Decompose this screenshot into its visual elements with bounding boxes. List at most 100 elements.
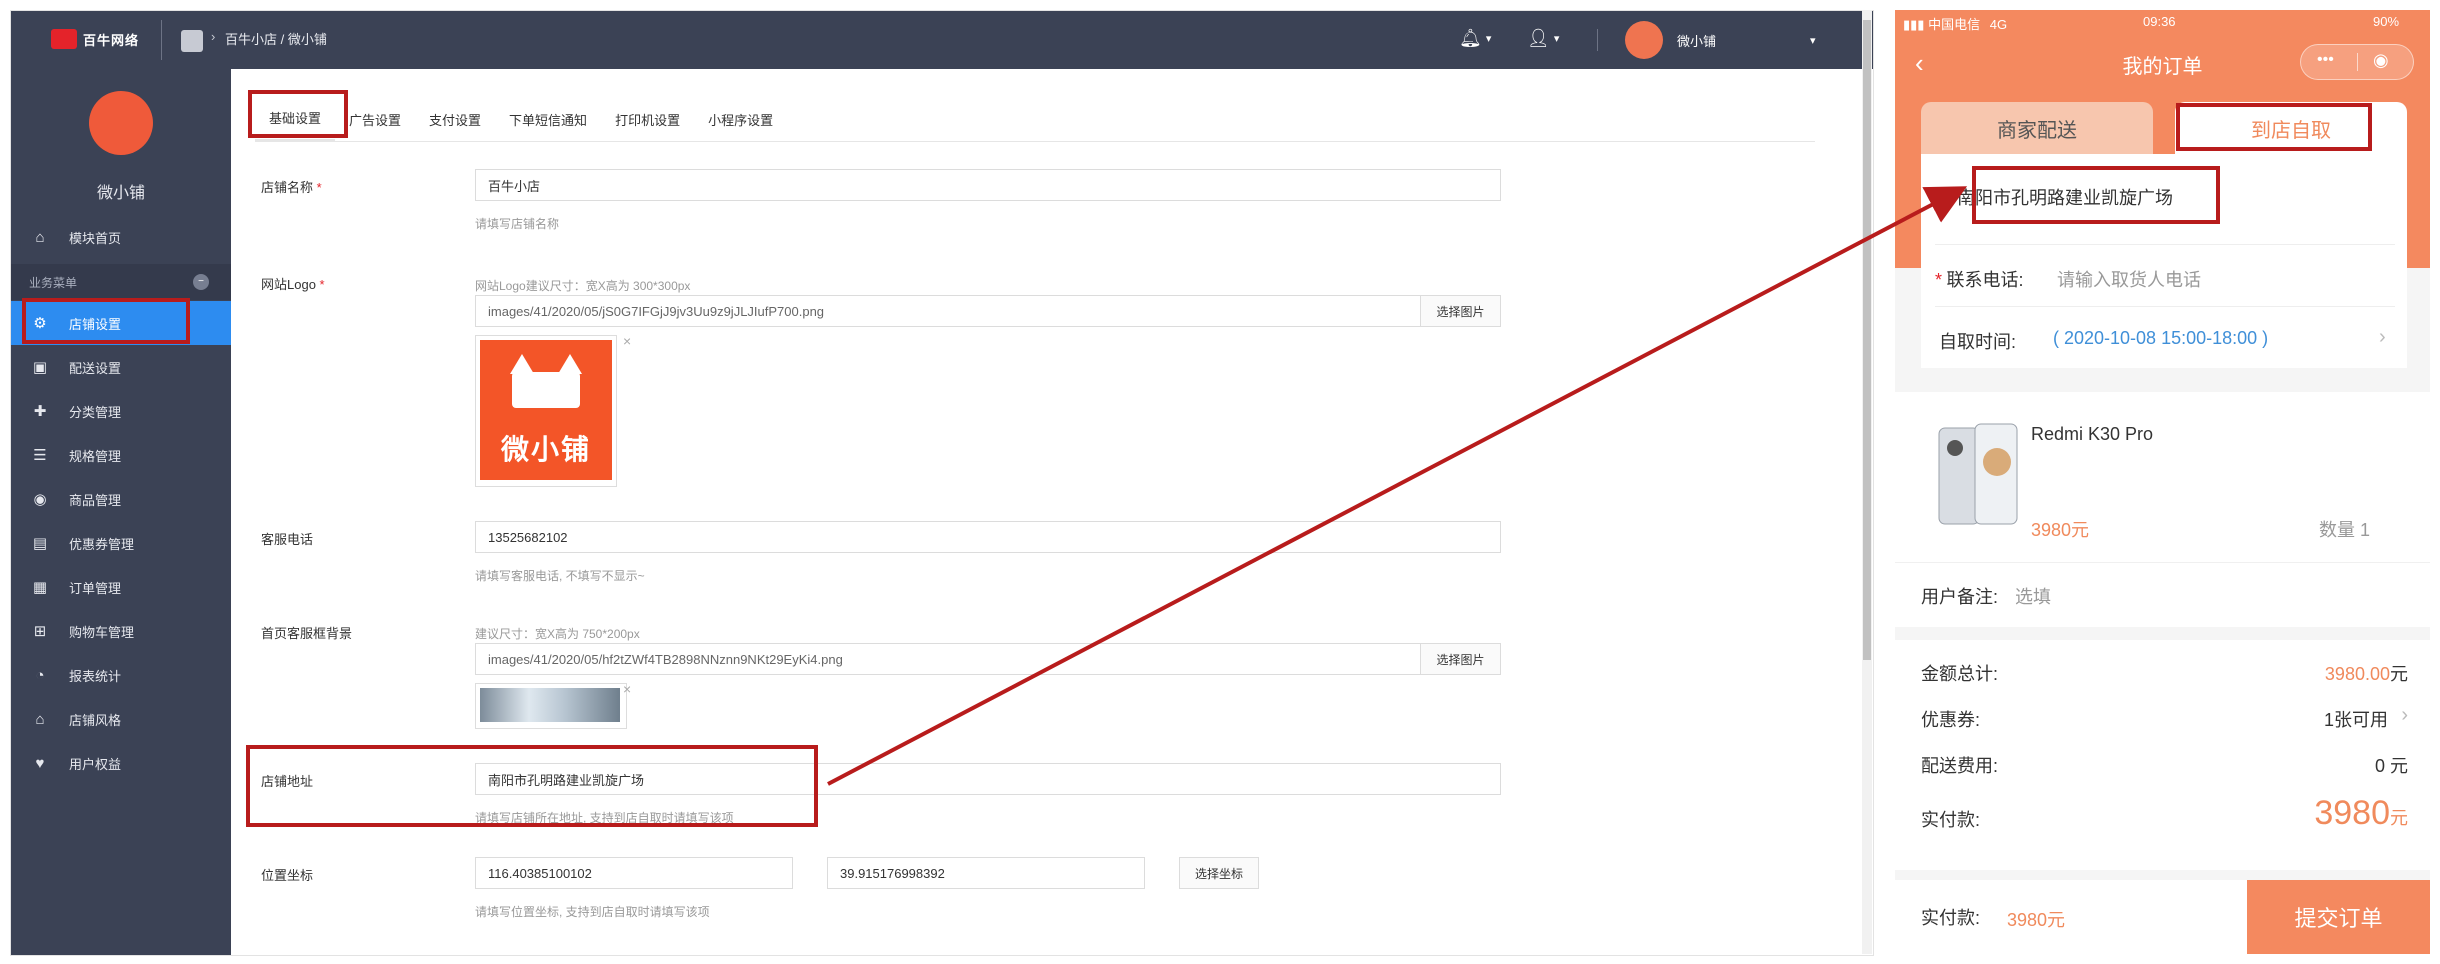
status-bar: ▮▮▮ 中国电信 4G 09:36 90%: [1903, 14, 2422, 34]
sidebar-item-label: 商品管理: [69, 492, 122, 508]
sidebar-item-label: 购物车管理: [69, 624, 135, 640]
cat-ear-left: [510, 354, 534, 374]
pay-value: 3980: [2314, 794, 2390, 832]
contact-phone-row: * 联系电话:: [1935, 266, 2023, 292]
shop-name-label: 店铺名称 *: [261, 177, 322, 196]
brand-logo-mark: [51, 29, 77, 49]
highlight-shop-settings: [22, 298, 190, 344]
tab-sms-settings[interactable]: 下单短信通知: [495, 110, 601, 141]
chart-icon: ◔: [35, 666, 45, 684]
capsule-divider: [2357, 53, 2358, 71]
user-icon: 👤︎: [1527, 28, 1550, 48]
sidebar-item-goods[interactable]: ◉ 商品管理: [11, 477, 231, 521]
chevron-right-icon[interactable]: ›: [2401, 704, 2408, 727]
remove-logo-icon[interactable]: ×: [623, 333, 631, 349]
admin-topbar: 百牛网络 › 百牛小店 / 微小铺 🔔︎ ▾ 👤︎ ▾ 微小铺 ▾: [11, 11, 1873, 69]
footer-pay-label: 实付款:: [1921, 908, 1981, 928]
remark-label: 用户备注:: [1921, 587, 1999, 607]
shop-name: 微小铺: [96, 185, 145, 202]
sidebar-item-benefits[interactable]: ♥ 用户权益: [11, 741, 231, 785]
service-bg-preview: [475, 683, 627, 729]
notification-button[interactable]: 🔔︎ ▾: [1459, 28, 1491, 49]
tab-merchant-delivery[interactable]: 商家配送: [1921, 102, 2153, 154]
pay-label: 实付款:: [1921, 810, 1981, 830]
choose-location-button[interactable]: 选择坐标: [1179, 857, 1259, 889]
pickup-time-label: 自取时间:: [1939, 332, 2017, 352]
choose-bg-button[interactable]: 选择图片: [1420, 643, 1501, 675]
sidebar-item-label: 报表统计: [69, 668, 122, 684]
service-bg-label: 首页客服框背景: [261, 626, 353, 641]
checkout-bar: 实付款: 3980元 提交订单: [1895, 880, 2430, 954]
cat-ear-right: [558, 354, 582, 374]
submit-order-button[interactable]: 提交订单: [2247, 880, 2430, 954]
row-divider: [1935, 244, 2395, 245]
status-time: 09:36: [2143, 14, 2176, 29]
mini-program-capsule: ••• ◉: [2300, 44, 2414, 80]
chevron-right-icon: ›: [211, 29, 216, 44]
product-image: [1938, 423, 2018, 525]
service-phone-label: 客服电话: [261, 532, 314, 547]
menu-section-label: 业务菜单: [29, 275, 78, 290]
pay-unit: 元: [2390, 808, 2408, 828]
sidebar-item-label: 规格管理: [69, 448, 122, 464]
sidebar-item-home[interactable]: ⌂ 模块首页: [11, 215, 231, 259]
logo-preview: 微小铺: [475, 335, 617, 487]
user-menu-button[interactable]: 👤︎ ▾: [1527, 28, 1559, 49]
sidebar-item-style[interactable]: ⌂ 店铺风格: [11, 697, 231, 741]
menu-section-header[interactable]: 业务菜单 −: [11, 264, 231, 300]
product-quantity: 数量 1: [2319, 520, 2371, 540]
service-bg-path-input[interactable]: images/41/2020/05/hf2tZWf4TB2898NNznn9NK…: [475, 643, 1421, 675]
row-divider: [1935, 306, 2395, 307]
phone-screen: ▮▮▮ 中国电信 4G 09:36 90% ‹ 我的订单 ••• ◉ 商家配送 …: [1895, 10, 2430, 954]
site-logo-path-input[interactable]: images/41/2020/05/jS0G7IFGjJ9jv3Uu9z9jJL…: [475, 295, 1421, 327]
sidebar-item-cart[interactable]: ⊞ 购物车管理: [11, 609, 231, 653]
cart-icon: ⊞: [33, 623, 47, 640]
shop-name-input[interactable]: 百牛小店: [475, 169, 1501, 201]
coupon-value[interactable]: 1张可用: [2324, 706, 2388, 732]
tab-payment-settings[interactable]: 支付设置: [415, 110, 495, 141]
highlight-shop-address: [246, 745, 818, 827]
service-bg-image: [480, 688, 620, 722]
list-icon: ☰: [33, 447, 47, 464]
account-dropdown[interactable]: 微小铺 ▾: [1625, 21, 1816, 59]
sidebar-item-orders[interactable]: ▦ 订单管理: [11, 565, 231, 609]
chevron-right-icon[interactable]: ›: [2379, 326, 2386, 349]
grid-icon: ✚: [33, 403, 47, 420]
sidebar-item-delivery[interactable]: ▣ 配送设置: [11, 345, 231, 389]
sidebar-item-reports[interactable]: ◔ 报表统计: [11, 653, 231, 697]
location-label: 位置坐标: [261, 868, 314, 883]
latitude-input[interactable]: 39.915176998392: [827, 857, 1145, 889]
remark-input[interactable]: 选填: [2015, 583, 2051, 609]
more-icon[interactable]: •••: [2317, 51, 2334, 69]
product-section: Redmi K30 Pro 3980元 数量 1: [1895, 392, 2430, 562]
sidebar-item-spec[interactable]: ☰ 规格管理: [11, 433, 231, 477]
user-caret-icon: ▾: [1553, 33, 1560, 45]
close-target-icon[interactable]: ◉: [2373, 50, 2389, 71]
choose-logo-button[interactable]: 选择图片: [1420, 295, 1501, 327]
page-scrollbar-thumb[interactable]: [1863, 20, 1871, 660]
pay-amount: 3980元: [2314, 794, 2408, 833]
remove-bg-icon[interactable]: ×: [623, 681, 631, 697]
pickup-time-value[interactable]: ( 2020-10-08 15:00-18:00 ): [2053, 328, 2268, 349]
shipping-label: 配送费用:: [1921, 756, 1999, 776]
total-unit: 元: [2390, 664, 2408, 684]
shop-name-hint: 请填写店铺名称: [475, 217, 560, 231]
breadcrumb: 百牛小店 / 微小铺: [225, 32, 327, 47]
sidebar-item-coupon[interactable]: ▤ 优惠券管理: [11, 521, 231, 565]
sidebar-item-category[interactable]: ✚ 分类管理: [11, 389, 231, 433]
tab-miniprogram-settings[interactable]: 小程序设置: [694, 110, 787, 141]
contact-phone-input[interactable]: 请输入取货人电话: [2057, 266, 2201, 292]
longitude-input[interactable]: 116.40385100102: [475, 857, 793, 889]
ticket-icon: ▤: [32, 535, 48, 552]
home-icon[interactable]: [181, 30, 203, 52]
label-text: 网站Logo: [261, 277, 316, 292]
collapse-icon[interactable]: −: [193, 274, 209, 290]
bell-caret-icon: ▾: [1485, 33, 1492, 45]
tab-printer-settings[interactable]: 打印机设置: [601, 110, 694, 141]
service-phone-input[interactable]: 13525682102: [475, 521, 1501, 553]
cat-head: [512, 372, 580, 408]
coupon-label: 优惠券:: [1921, 710, 1981, 730]
required-mark: *: [1935, 270, 1943, 290]
location-pin-icon: ✎: [1935, 190, 1949, 207]
settings-tabs: 基础设置 广告设置 支付设置 下单短信通知 打印机设置 小程序设置: [255, 105, 1815, 142]
